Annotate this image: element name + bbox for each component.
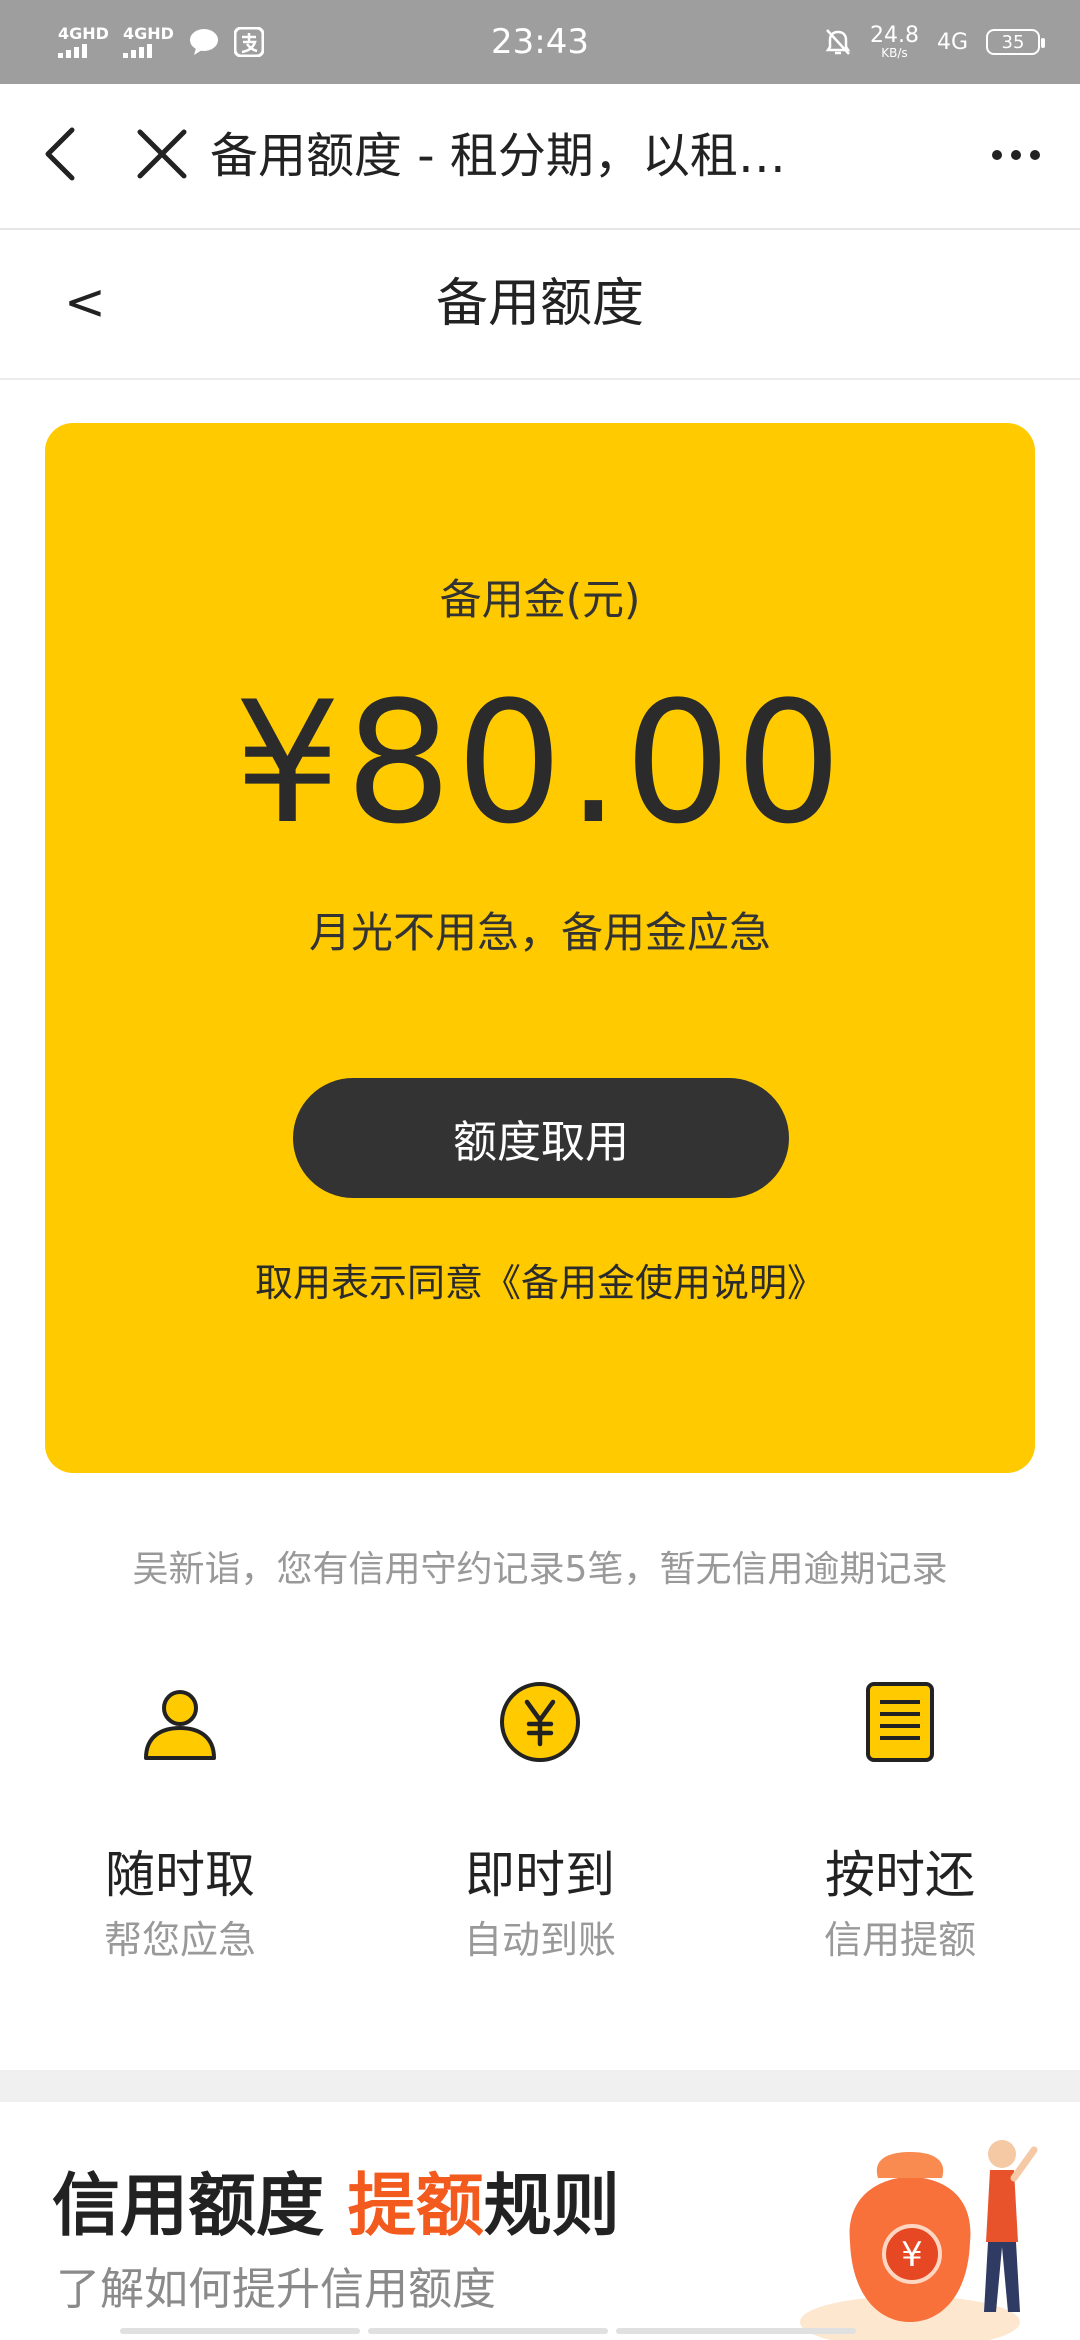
battery-level: 35 xyxy=(1001,31,1025,53)
credit-rules-banner[interactable]: 信用额度 提额规则 了解如何提升信用额度 ¥ xyxy=(0,2102,1080,2340)
speed-unit: KB/s xyxy=(881,46,908,60)
feature-title: 随时取 xyxy=(105,1846,255,1904)
status-bar: 4GHD 4GHD 23:43 24.8 KB/s 4G 35 xyxy=(0,0,1080,84)
user-icon xyxy=(144,1690,216,1760)
more-options-icon[interactable] xyxy=(992,150,1040,160)
document-list-icon xyxy=(866,1682,934,1762)
page-title: 备用额度 xyxy=(435,274,644,334)
feature-subtitle: 信用提额 xyxy=(823,1918,976,1962)
speed-value: 24.8 xyxy=(869,23,919,48)
banner-subtitle: 了解如何提升信用额度 xyxy=(56,2264,496,2315)
features-row: 随时取 帮您应急 即时到 自动到账 按时还 信用提额 xyxy=(0,1680,1080,1980)
reserve-fund-card: 备用金(元) ¥80.00 月光不用急，备用金应急 额度取用 取用表示同意《备用… xyxy=(45,423,1035,1473)
page-header: < 备用额度 xyxy=(0,230,1080,380)
withdraw-button[interactable]: 额度取用 xyxy=(293,1078,789,1198)
yen-coin-icon xyxy=(500,1682,580,1762)
section-divider xyxy=(0,2070,1080,2102)
feature-title: 按时还 xyxy=(825,1846,975,1904)
feature-subtitle: 帮您应急 xyxy=(103,1918,256,1962)
agreement-link[interactable]: 取用表示同意《备用金使用说明》 xyxy=(45,1255,1035,1311)
feature-title: 即时到 xyxy=(465,1846,615,1904)
money-bag-icon: ¥ xyxy=(800,2140,1038,2340)
status-right-icons: 24.8 KB/s 4G 35 xyxy=(824,18,1045,66)
close-icon[interactable] xyxy=(132,124,192,184)
fund-label: 备用金(元) xyxy=(439,575,641,624)
network-speed: 24.8 KB/s xyxy=(869,23,919,60)
battery-icon: 35 xyxy=(986,29,1045,55)
fund-slogan: 月光不用急，备用金应急 xyxy=(308,908,771,957)
feature-subtitle: 自动到账 xyxy=(463,1918,616,1962)
banner-title-part2: 规则 xyxy=(483,2167,620,2246)
network-type: 4G xyxy=(936,29,968,55)
coin-symbol: ¥ xyxy=(901,2235,923,2275)
back-arrow-icon[interactable] xyxy=(40,124,80,184)
nav-title: 备用额度 - 租分期，以租… xyxy=(210,128,786,184)
fund-amount: ¥80.00 xyxy=(234,665,846,861)
credit-record-text: 吴新诣，您有信用守约记录5笔，暂无信用逾期记录 xyxy=(132,1549,948,1590)
browser-top-nav: 备用额度 - 租分期，以租… xyxy=(0,84,1080,230)
banner-title-highlight: 提额 xyxy=(347,2167,484,2246)
banner-indicator xyxy=(120,2328,856,2334)
banner-title: 信用额度 提额规则 xyxy=(52,2162,620,2252)
banner-title-part1: 信用额度 xyxy=(52,2167,348,2246)
mute-bell-icon xyxy=(825,29,851,55)
